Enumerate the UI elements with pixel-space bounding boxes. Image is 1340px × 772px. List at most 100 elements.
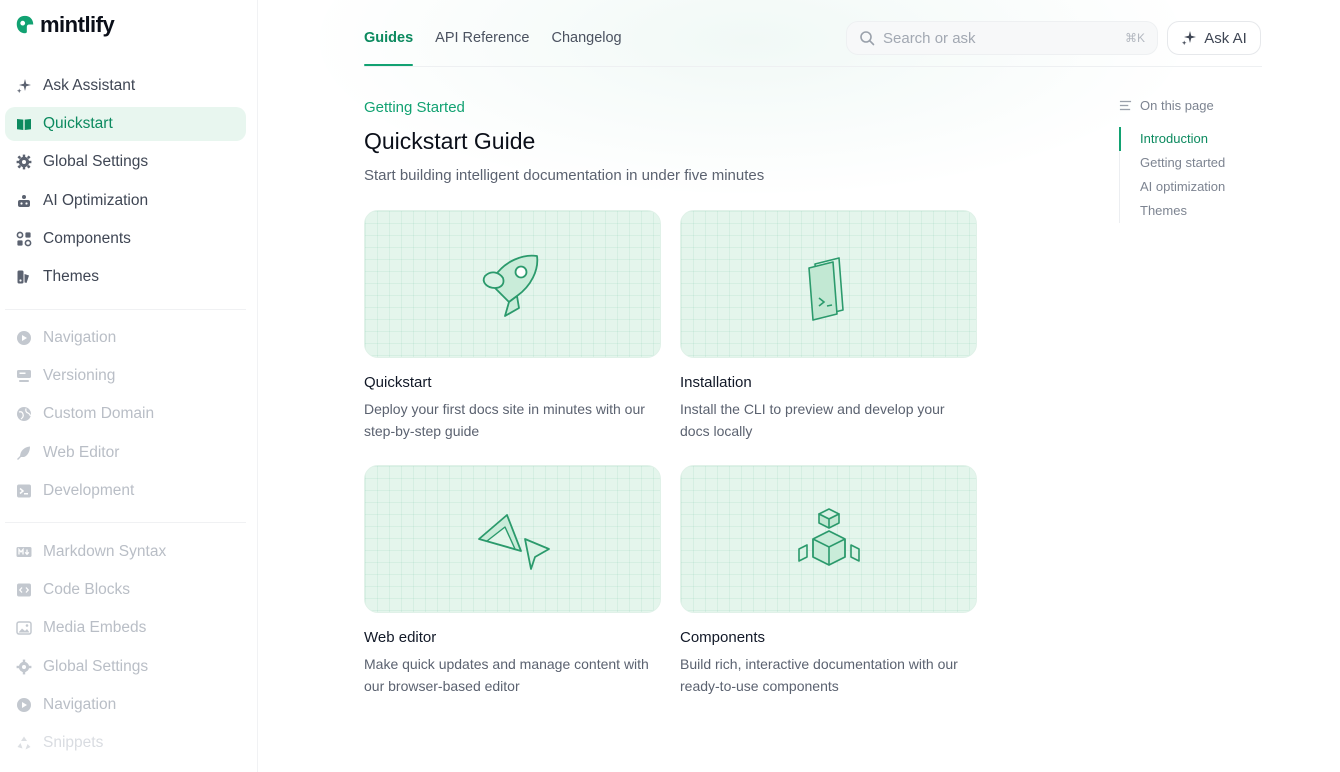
sparkles-icon bbox=[15, 77, 33, 95]
globe-icon bbox=[15, 405, 33, 423]
sidebar-item-label: Snippets bbox=[43, 733, 104, 751]
sidebar-item-label: AI Optimization bbox=[43, 191, 149, 209]
sidebar-item-label: Markdown Syntax bbox=[43, 543, 167, 560]
card-title: Installation bbox=[680, 374, 752, 391]
app-root: mintlify Ask Assistant Quickstart Global… bbox=[0, 0, 1340, 772]
card-components[interactable]: Components Build rich, interactive docum… bbox=[680, 465, 977, 697]
sidebar-item-label: Themes bbox=[43, 267, 99, 285]
sidebar-item-label: Components bbox=[43, 229, 131, 247]
sidebar-item-label: Navigation bbox=[43, 695, 117, 713]
sidebar-item-code-blocks[interactable]: Code Blocks bbox=[5, 573, 246, 607]
sidebar-item-versioning[interactable]: Versioning bbox=[5, 359, 246, 393]
card-web-editor[interactable]: Web editor Make quick updates and manage… bbox=[364, 465, 661, 697]
feather-icon bbox=[15, 444, 33, 462]
sidebar-primary-group: Ask Assistant Quickstart Global Settings… bbox=[5, 69, 246, 298]
tab-guides[interactable]: Guides bbox=[364, 20, 414, 66]
ask-ai-button[interactable]: Ask AI bbox=[1167, 21, 1261, 55]
book-icon bbox=[15, 115, 33, 133]
card-description: Deploy your first docs site in minutes w… bbox=[364, 401, 645, 439]
search-shortcut: ⌘K bbox=[1124, 31, 1145, 45]
sidebar-item-label: Quickstart bbox=[43, 115, 113, 133]
compass-icon bbox=[15, 329, 33, 347]
page-subtitle: Start building intelligent documentation… bbox=[364, 167, 765, 184]
toc-item-introduction[interactable]: Introduction bbox=[1119, 127, 1319, 151]
card-title: Quickstart bbox=[364, 374, 432, 391]
sidebar-item-ai-optimization[interactable]: AI Optimization bbox=[5, 184, 246, 218]
card-description: Build rich, interactive documentation wi… bbox=[680, 656, 958, 694]
terminal-window-icon bbox=[807, 257, 844, 321]
palette-icon bbox=[15, 268, 33, 286]
sidebar-item-snippets[interactable]: Snippets bbox=[5, 726, 246, 760]
sidebar-item-components[interactable]: Components bbox=[5, 222, 246, 256]
mintlify-logo-icon bbox=[16, 15, 34, 34]
components-icon bbox=[15, 230, 33, 248]
card-thumbnail bbox=[680, 210, 977, 358]
sidebar: mintlify Ask Assistant Quickstart Global… bbox=[0, 0, 258, 772]
sidebar-item-web-editor[interactable]: Web Editor bbox=[5, 436, 246, 470]
sidebar-item-label: Global Settings bbox=[43, 657, 149, 675]
search-icon bbox=[860, 31, 875, 46]
recycle-icon bbox=[15, 734, 33, 752]
sidebar-tertiary-group: Markdown Syntax Code Blocks Media Embeds… bbox=[5, 535, 246, 764]
sidebar-item-label: Media Embeds bbox=[43, 619, 147, 637]
tab-changelog[interactable]: Changelog bbox=[551, 20, 621, 66]
sidebar-item-label: Code Blocks bbox=[43, 581, 131, 599]
toc-item-ai-optimization[interactable]: AI optimization bbox=[1120, 175, 1319, 199]
card-thumbnail bbox=[680, 465, 977, 613]
code-icon bbox=[15, 581, 33, 599]
sidebar-item-ask-assistant[interactable]: Ask Assistant bbox=[5, 69, 246, 103]
sidebar-item-global-settings-2[interactable]: Global Settings bbox=[5, 650, 246, 684]
tab-api-reference[interactable]: API Reference bbox=[435, 20, 529, 66]
card-thumbnail bbox=[364, 210, 661, 358]
sidebar-item-label: Navigation bbox=[43, 329, 117, 346]
ask-ai-label: Ask AI bbox=[1204, 29, 1247, 47]
sidebar-item-markdown-syntax[interactable]: Markdown Syntax bbox=[5, 535, 246, 569]
header-divider bbox=[364, 66, 1262, 67]
sidebar-item-global-settings[interactable]: Global Settings bbox=[5, 145, 246, 179]
sidebar-item-custom-domain[interactable]: Custom Domain bbox=[5, 397, 246, 431]
card-title: Components bbox=[680, 629, 766, 646]
sidebar-item-label: Global Settings bbox=[43, 153, 149, 171]
robot-icon bbox=[15, 192, 33, 210]
toc-item-getting-started[interactable]: Getting started bbox=[1120, 151, 1319, 175]
card-description: Install the CLI to preview and develop y… bbox=[680, 401, 945, 439]
markdown-icon bbox=[15, 543, 33, 561]
card-installation[interactable]: Installation Install the CLI to preview … bbox=[680, 210, 977, 442]
compass-icon bbox=[15, 696, 33, 714]
versions-icon bbox=[15, 367, 33, 385]
page-title: Quickstart Guide bbox=[364, 128, 536, 154]
search-input[interactable]: Search or ask ⌘K bbox=[846, 21, 1158, 55]
sidebar-item-label: Ask Assistant bbox=[43, 77, 136, 94]
sidebar-item-quickstart[interactable]: Quickstart bbox=[5, 107, 246, 142]
card-quickstart[interactable]: Quickstart Deploy your first docs site i… bbox=[364, 210, 661, 442]
card-thumbnail bbox=[364, 465, 661, 613]
card-title: Web editor bbox=[364, 629, 437, 646]
image-icon bbox=[15, 619, 33, 637]
sidebar-item-label: Development bbox=[43, 481, 135, 499]
sidebar-item-media-embeds[interactable]: Media Embeds bbox=[5, 611, 246, 645]
toc-item-themes[interactable]: Themes bbox=[1120, 199, 1319, 223]
sidebar-divider bbox=[5, 309, 246, 310]
section-eyebrow: Getting Started bbox=[364, 99, 465, 116]
sidebar-divider bbox=[5, 522, 246, 523]
rocket-icon bbox=[482, 254, 538, 317]
terminal-icon bbox=[15, 482, 33, 500]
cursor-icon bbox=[477, 514, 550, 570]
gear-icon bbox=[15, 153, 33, 171]
sidebar-item-navigation[interactable]: Navigation bbox=[5, 321, 246, 355]
toc-heading: On this page bbox=[1119, 98, 1319, 113]
table-of-contents: On this page Introduction Getting starte… bbox=[1119, 98, 1319, 223]
sparkles-icon bbox=[1182, 31, 1197, 46]
sidebar-item-themes[interactable]: Themes bbox=[5, 260, 246, 294]
sidebar-item-navigation-2[interactable]: Navigation bbox=[5, 688, 246, 722]
search-placeholder: Search or ask bbox=[883, 29, 976, 47]
sidebar-item-development[interactable]: Development bbox=[5, 474, 246, 508]
toc-list: Introduction Getting started AI optimiza… bbox=[1119, 127, 1319, 223]
blocks-icon bbox=[797, 508, 860, 566]
toc-heading-label: On this page bbox=[1140, 98, 1214, 113]
gear-icon bbox=[15, 658, 33, 676]
brand-name: mintlify bbox=[40, 12, 115, 37]
list-icon bbox=[1119, 100, 1132, 111]
sidebar-secondary-group: Navigation Versioning Custom Domain Web … bbox=[5, 321, 246, 512]
brand-logo[interactable]: mintlify bbox=[14, 12, 115, 38]
